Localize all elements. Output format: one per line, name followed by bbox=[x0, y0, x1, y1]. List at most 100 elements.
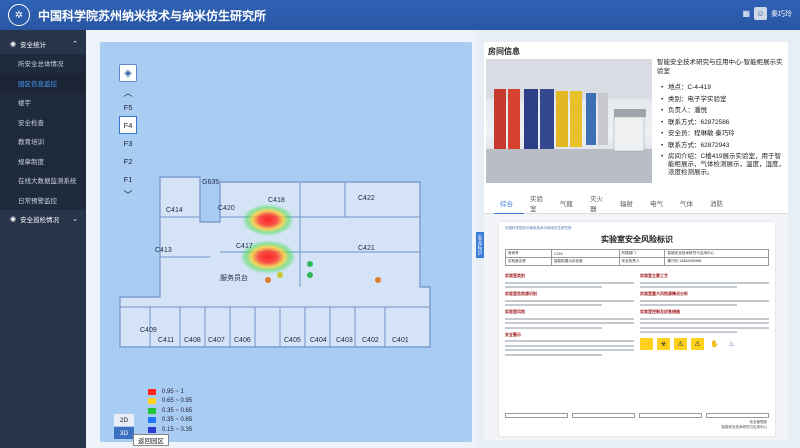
room-label: G635 bbox=[202, 179, 219, 186]
institute-logo-icon: ✲ bbox=[8, 4, 30, 26]
sidebar-item-label: 规章制度 bbox=[18, 158, 44, 166]
table-cell: 所属部门 bbox=[618, 249, 666, 258]
safety-sign-side-tab[interactable]: 安全标识 bbox=[476, 232, 484, 258]
document-columns: 实验室类别 实验室危险源识别 实验室风险 安全警示 实验室主要工艺 实验室重大风… bbox=[505, 270, 769, 356]
chevron-up-icon[interactable]: ︿ bbox=[119, 86, 137, 98]
table-cell: 秦巧玲 13862085986 bbox=[664, 257, 769, 266]
room-label: C408 bbox=[184, 337, 201, 344]
legend-swatch bbox=[148, 407, 156, 414]
legend-label: 0.35 ~ 0.65 bbox=[162, 417, 193, 424]
room-photo bbox=[486, 59, 652, 183]
doc-section-title: 实验室类别 bbox=[505, 273, 525, 278]
room-title: 智能安全技术研究与应用中心-智能柜展示实验室 bbox=[657, 59, 783, 75]
room-label: C406 bbox=[234, 337, 251, 344]
risk-sign-document[interactable]: 中国科学院苏州纳米技术与纳米仿生研究所 实验室安全风险标识 房间号 C418 所… bbox=[499, 222, 775, 436]
floor-f4-button[interactable]: F4 bbox=[119, 116, 137, 134]
room-label: C407 bbox=[208, 337, 225, 344]
table-cell: 房间号 bbox=[505, 249, 552, 258]
sensor-marker bbox=[265, 277, 271, 283]
tab-gas-cylinder[interactable]: 气瓶 bbox=[554, 192, 584, 214]
dot-icon: ◉ bbox=[10, 216, 17, 224]
chevron-down-icon: ⌄ bbox=[72, 216, 78, 224]
document-left-column: 实验室类别 实验室危险源识别 实验室风险 安全警示 bbox=[505, 270, 634, 356]
sidebar-item-bigdata[interactable]: 在线大数据监测系统 bbox=[0, 170, 86, 190]
back-to-park-button[interactable]: 返回园区 bbox=[133, 434, 169, 446]
tab-electrical[interactable]: 电气 bbox=[644, 192, 674, 214]
floor-f3-button[interactable]: F3 bbox=[119, 134, 137, 152]
sensor-marker bbox=[307, 261, 313, 267]
user-menu[interactable]: ▦ ☺ 秦巧玲 bbox=[742, 7, 792, 20]
sidebar-group-safety-stats[interactable]: ◉ 安全统计 ⌃ bbox=[0, 34, 86, 54]
sidebar-item-label: 在线大数据监测系统 bbox=[18, 178, 77, 186]
legend-row: 0.95 ~ 1 bbox=[148, 387, 192, 397]
view-2d-button[interactable]: 2D bbox=[114, 414, 134, 426]
room-info-panel: 房间信息 智能安全技术研究与应用中心-智能柜展示实验室 地点：C-4-419 类… bbox=[476, 42, 788, 440]
floor-f2-button[interactable]: F2 bbox=[119, 152, 137, 170]
floor-f5-button[interactable]: F5 bbox=[119, 98, 137, 116]
room-label: C411 bbox=[158, 337, 174, 344]
legend-swatch bbox=[148, 388, 156, 395]
table-cell: C418 bbox=[550, 249, 620, 258]
user-name: 秦巧玲 bbox=[771, 10, 792, 18]
room-label: C413 bbox=[155, 247, 172, 254]
sensor-marker bbox=[375, 277, 381, 283]
sidebar-item-building[interactable]: 楼宇 bbox=[0, 92, 86, 112]
legend-label: 0.15 ~ 0.35 bbox=[162, 426, 193, 433]
room-prop-owner-phone: 联系方式：62872586 bbox=[660, 119, 786, 127]
document-heading: 实验室安全风险标识 bbox=[601, 235, 673, 244]
sidebar-item-regulations[interactable]: 规章制度 bbox=[0, 151, 86, 171]
warning-icon: ⚠ bbox=[691, 338, 704, 350]
tab-extinguisher[interactable]: 灭火器 bbox=[584, 192, 614, 214]
room-label: C402 bbox=[362, 337, 379, 344]
legend-swatch bbox=[148, 417, 156, 424]
room-label: C417 bbox=[236, 243, 253, 250]
signature-line-2: 智能安全技术研究与应用中心 bbox=[721, 425, 768, 429]
room-label: C401 bbox=[392, 337, 409, 344]
tab-overview[interactable]: 综合 bbox=[494, 192, 524, 214]
doc-section-title: 实验室风险 bbox=[505, 309, 525, 314]
room-prop-officer-phone: 联系方式：62872943 bbox=[660, 142, 786, 150]
room-label: C405 bbox=[284, 337, 301, 344]
sidebar-item-label: 所安全总体情况 bbox=[18, 61, 64, 69]
layers-icon[interactable]: ◈ bbox=[119, 64, 137, 82]
sidebar-item-label: 园区信息监控 bbox=[18, 80, 57, 88]
sidebar-group-patrol[interactable]: ◉ 安全巡检情况 ⌄ bbox=[0, 210, 86, 230]
grid-icon[interactable]: ▦ bbox=[742, 9, 750, 18]
sidebar-item-training[interactable]: 教育培训 bbox=[0, 131, 86, 151]
room-label: C421 bbox=[358, 245, 375, 252]
sidebar-item-park-monitor[interactable]: 园区信息监控 bbox=[0, 73, 86, 93]
floor-plan-canvas[interactable]: G635 C418 C422 C414 C420 C413 C417 C421 … bbox=[100, 42, 472, 446]
view-3d-button[interactable]: 3D bbox=[114, 427, 134, 439]
tab-fire[interactable]: 消防 bbox=[704, 192, 734, 214]
sidebar-item-label: 教育培训 bbox=[18, 139, 44, 147]
heatmap-legend: 0.95 ~ 1 0.65 ~ 0.95 0.35 ~ 0.65 0.35 ~ … bbox=[148, 387, 192, 435]
map-area: G635 C418 C422 C414 C420 C413 C417 C421 … bbox=[86, 30, 476, 448]
corridor-label: 服务员台 bbox=[220, 273, 248, 282]
chevron-down-icon[interactable]: ﹀ bbox=[119, 188, 137, 200]
sidebar-item-overall[interactable]: 所安全总体情况 bbox=[0, 53, 86, 73]
top-bar: ✲ 中国科学院苏州纳米技术与纳米仿生研究所 ▦ ☺ 秦巧玲 bbox=[0, 0, 800, 30]
sidebar-item-inspection[interactable]: 安全检查 bbox=[0, 112, 86, 132]
room-prop-owner: 负责人：潘悦 bbox=[660, 107, 786, 115]
tab-lab[interactable]: 实验室 bbox=[524, 192, 554, 214]
tab-radiation[interactable]: 辐射 bbox=[614, 192, 644, 214]
sidebar-item-daily-alert[interactable]: 日常预警监控 bbox=[0, 190, 86, 210]
floor-plan-svg[interactable]: G635 C418 C422 C414 C420 C413 C417 C421 … bbox=[100, 42, 472, 442]
room-label: C409 bbox=[140, 327, 157, 334]
table-cell: 实验室名称 bbox=[505, 257, 552, 266]
room-label: C422 bbox=[358, 195, 375, 202]
doc-section-title: 安全警示 bbox=[505, 331, 521, 337]
heat-blob-c418 bbox=[242, 204, 294, 236]
room-label: C420 bbox=[218, 205, 235, 212]
tab-gas[interactable]: 气体 bbox=[674, 192, 704, 214]
document-signature: 安全管理部 智能安全技术研究与应用中心 bbox=[722, 420, 768, 430]
legend-swatch bbox=[148, 398, 156, 405]
table-row: 房间号 C418 所属部门 智能安全技术研究与应用中心 bbox=[505, 249, 769, 258]
legend-label: 0.95 ~ 1 bbox=[162, 388, 184, 395]
document-info-table: 房间号 C418 所属部门 智能安全技术研究与应用中心 实验室名称 智能柜展示实… bbox=[505, 249, 769, 266]
lab-photo-illustration bbox=[486, 59, 652, 183]
doc-section-title: 实验室主要工艺 bbox=[640, 273, 668, 278]
floor-f1-button[interactable]: F1 bbox=[119, 170, 137, 188]
legend-swatch bbox=[148, 426, 156, 433]
table-cell: 智能柜展示实验室 bbox=[550, 257, 620, 266]
